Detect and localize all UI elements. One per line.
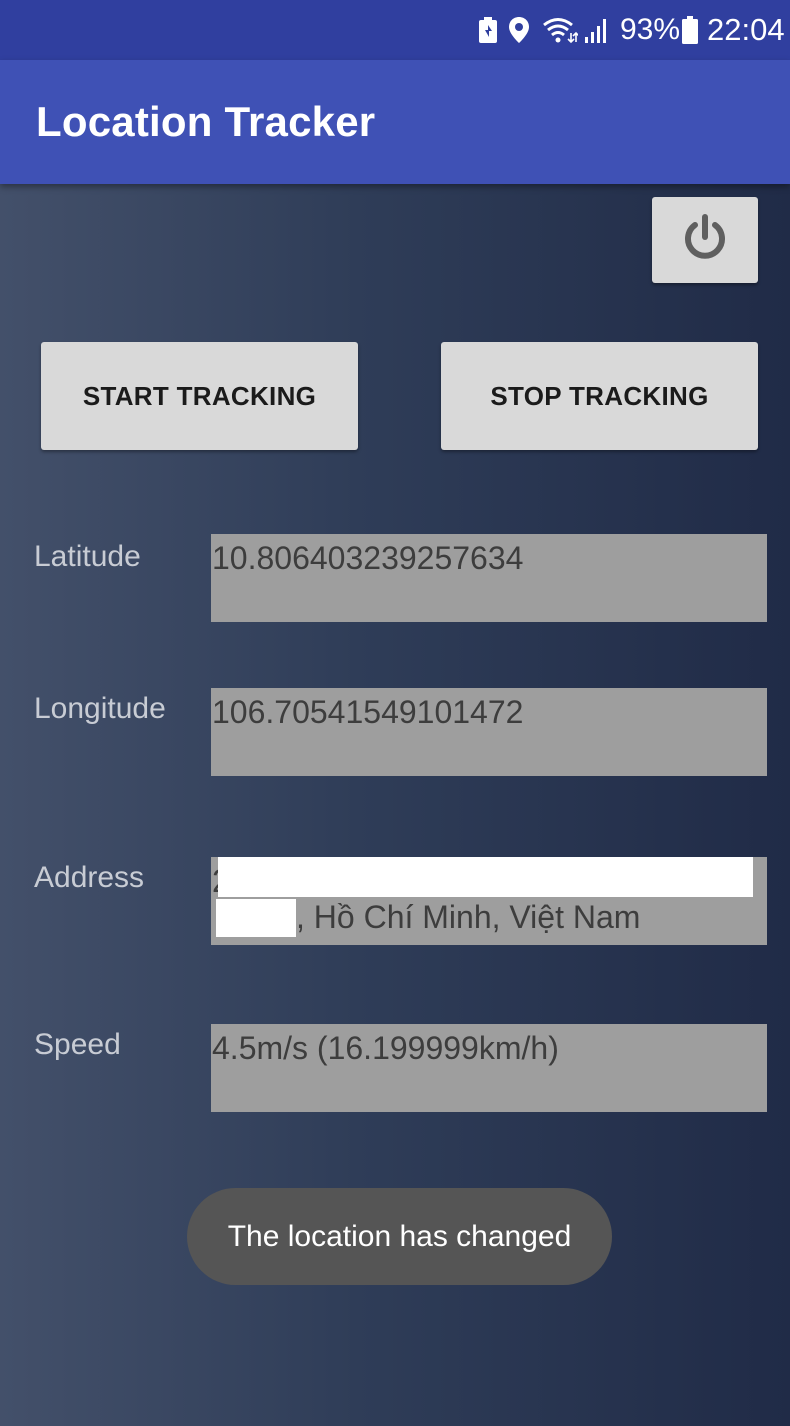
status-bar: 93% 22:04: [0, 0, 790, 60]
latitude-field[interactable]: 10.806403239257634: [211, 534, 767, 622]
app-title: Location Tracker: [36, 98, 376, 145]
signal-icon: [584, 0, 612, 60]
address-label: Address: [34, 861, 145, 894]
clock: 22:04: [707, 12, 785, 47]
speed-field[interactable]: 4.5m/s (16.199999km/h): [211, 1024, 767, 1112]
latitude-label: Latitude: [34, 540, 141, 573]
stop-tracking-button[interactable]: STOP TRACKING: [441, 342, 758, 450]
power-button[interactable]: [652, 197, 758, 283]
start-tracking-button[interactable]: START TRACKING: [41, 342, 358, 450]
screen: 93% 22:04 Location Tracker START TRACKIN…: [0, 0, 790, 1426]
app-bar: Location Tracker: [0, 60, 790, 184]
wifi-icon: [542, 0, 580, 60]
redaction-block: [216, 899, 296, 937]
battery-saver-icon: [478, 0, 500, 60]
location-icon: [508, 0, 534, 60]
toast-message: The location has changed: [187, 1188, 612, 1285]
battery-icon: [682, 0, 700, 60]
battery-percent: 93%: [620, 13, 681, 46]
longitude-label: Longitude: [34, 692, 166, 725]
redaction-block: [218, 857, 753, 897]
longitude-field[interactable]: 106.70541549101472: [211, 688, 767, 776]
speed-label: Speed: [34, 1028, 121, 1061]
power-icon: [680, 213, 730, 268]
address-line-2-text: , Hồ Chí Minh, Việt Nam: [296, 899, 641, 935]
